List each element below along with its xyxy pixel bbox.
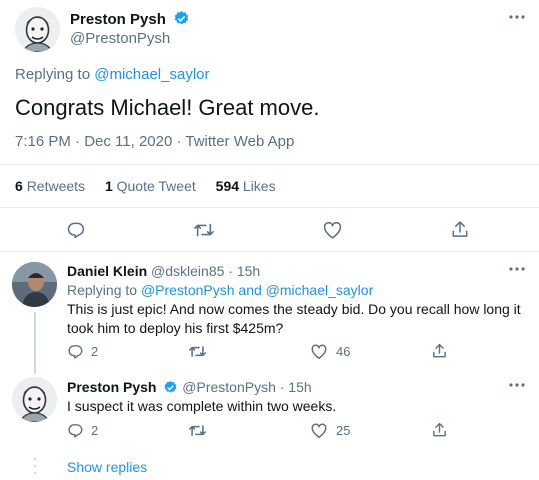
divider (0, 164, 539, 165)
reply-time[interactable]: · 15h (280, 379, 312, 395)
author-name-row[interactable]: Preston Pysh (70, 10, 190, 32)
reply-avatar[interactable] (12, 377, 57, 422)
reply-icon[interactable] (67, 343, 84, 360)
quotes-count: 1 (104, 178, 113, 194)
reply-avatar[interactable] (12, 262, 57, 307)
reply-text-line: took him to deploy his first $425m? (67, 320, 284, 336)
retweets-stat[interactable]: 6 Retweets (15, 178, 85, 194)
retweet-icon[interactable] (188, 422, 207, 439)
likes-count: 594 (215, 178, 240, 194)
retweets-label: Retweets (26, 178, 86, 194)
retweet-icon[interactable] (188, 343, 207, 360)
like-icon[interactable] (322, 220, 343, 240)
reply-count: 2 (91, 344, 99, 359)
more-options-icon[interactable] (507, 13, 527, 21)
reply-icon[interactable] (67, 422, 84, 439)
reply-header: Daniel Klein @dsklein85 · 15h (67, 263, 260, 279)
reply-author-handle[interactable]: @dsklein85 (151, 263, 224, 279)
tweet-stats: 6 Retweets 1 Quote Tweet 594 Likes (15, 178, 276, 194)
replying-to-prefix: Replying to (15, 66, 95, 83)
replying-to-prefix: Replying to (67, 282, 141, 298)
reply-author-name[interactable]: Preston Pysh (67, 379, 156, 395)
reply-time[interactable]: · 15h (228, 263, 260, 279)
like-count: 46 (336, 344, 351, 359)
more-options-icon[interactable] (507, 265, 527, 273)
more-options-icon[interactable] (507, 381, 527, 389)
verified-badge-icon (163, 380, 178, 398)
replying-to-link[interactable]: @michael_saylor (94, 66, 209, 83)
reply-text: I suspect it was complete within two wee… (67, 398, 337, 414)
quotes-stat[interactable]: 1 Quote Tweet (105, 178, 196, 194)
thread-line (34, 312, 36, 374)
reply-icon[interactable] (66, 220, 86, 240)
retweets-count: 6 (15, 178, 23, 194)
author-handle[interactable]: @PrestonPysh (70, 30, 170, 47)
divider (0, 251, 539, 252)
retweet-icon[interactable] (193, 220, 215, 240)
quotes-label: Quote Tweet (116, 178, 196, 194)
like-icon[interactable] (310, 343, 328, 360)
author-avatar[interactable] (15, 7, 60, 52)
likes-label: Likes (242, 178, 276, 194)
verified-badge-icon (173, 10, 190, 32)
reply-text: This is just epic! And now comes the ste… (67, 300, 521, 338)
reply-author-name[interactable]: Daniel Klein (67, 263, 147, 279)
share-icon[interactable] (431, 342, 448, 360)
like-count: 25 (336, 423, 351, 438)
share-icon[interactable] (431, 421, 448, 439)
replying-to: Replying to @michael_saylor (15, 66, 210, 83)
reply-author-handle[interactable]: @PrestonPysh (182, 379, 276, 395)
reply-count: 2 (91, 423, 99, 438)
reply-replying-to: Replying to @PrestonPysh and @michael_sa… (67, 282, 373, 298)
author-name[interactable]: Preston Pysh (70, 11, 166, 28)
like-icon[interactable] (310, 422, 328, 439)
divider (0, 207, 539, 208)
replying-to-link[interactable]: @PrestonPysh and @michael_saylor (141, 282, 373, 298)
reply-header: Preston Pysh @PrestonPysh · 15h (67, 379, 312, 398)
reply-text-line: This is just epic! And now comes the ste… (67, 301, 521, 317)
tweet-text: Congrats Michael! Great move. (15, 95, 320, 120)
thread-dots-icon (33, 456, 37, 476)
tweet-meta[interactable]: 7:16 PM · Dec 11, 2020 · Twitter Web App (15, 133, 294, 150)
show-replies-link[interactable]: Show replies (67, 459, 147, 475)
likes-stat[interactable]: 594 Likes (216, 178, 276, 194)
share-icon[interactable] (450, 219, 470, 240)
